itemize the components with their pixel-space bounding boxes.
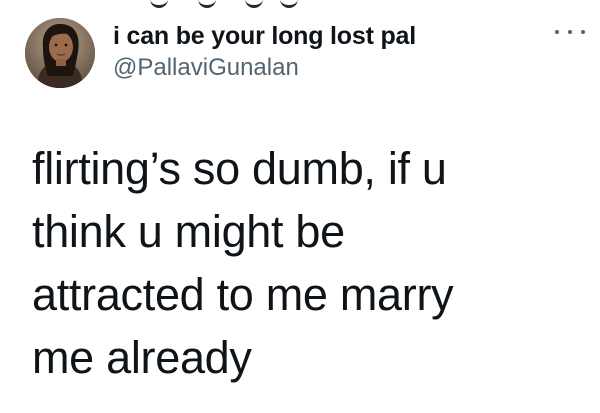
tweet-header: i can be your long lost pal @PallaviGuna… <box>25 18 585 90</box>
more-options-button[interactable] <box>555 22 585 42</box>
more-options-icon <box>555 30 559 34</box>
more-options-icon-dot <box>568 30 572 34</box>
avatar[interactable] <box>25 18 95 88</box>
tweet-card: i can be your long lost pal @PallaviGuna… <box>0 0 600 413</box>
author-names: i can be your long lost pal @PallaviGuna… <box>113 21 416 83</box>
user-handle[interactable]: @PallaviGunalan <box>113 53 416 83</box>
cropped-previous-text <box>150 0 310 8</box>
tweet-text: flirting’s so dumb, if u think u might b… <box>32 143 454 383</box>
more-options-icon-dot <box>581 30 585 34</box>
display-name[interactable]: i can be your long lost pal <box>113 21 416 51</box>
profile-photo-icon <box>25 18 95 88</box>
